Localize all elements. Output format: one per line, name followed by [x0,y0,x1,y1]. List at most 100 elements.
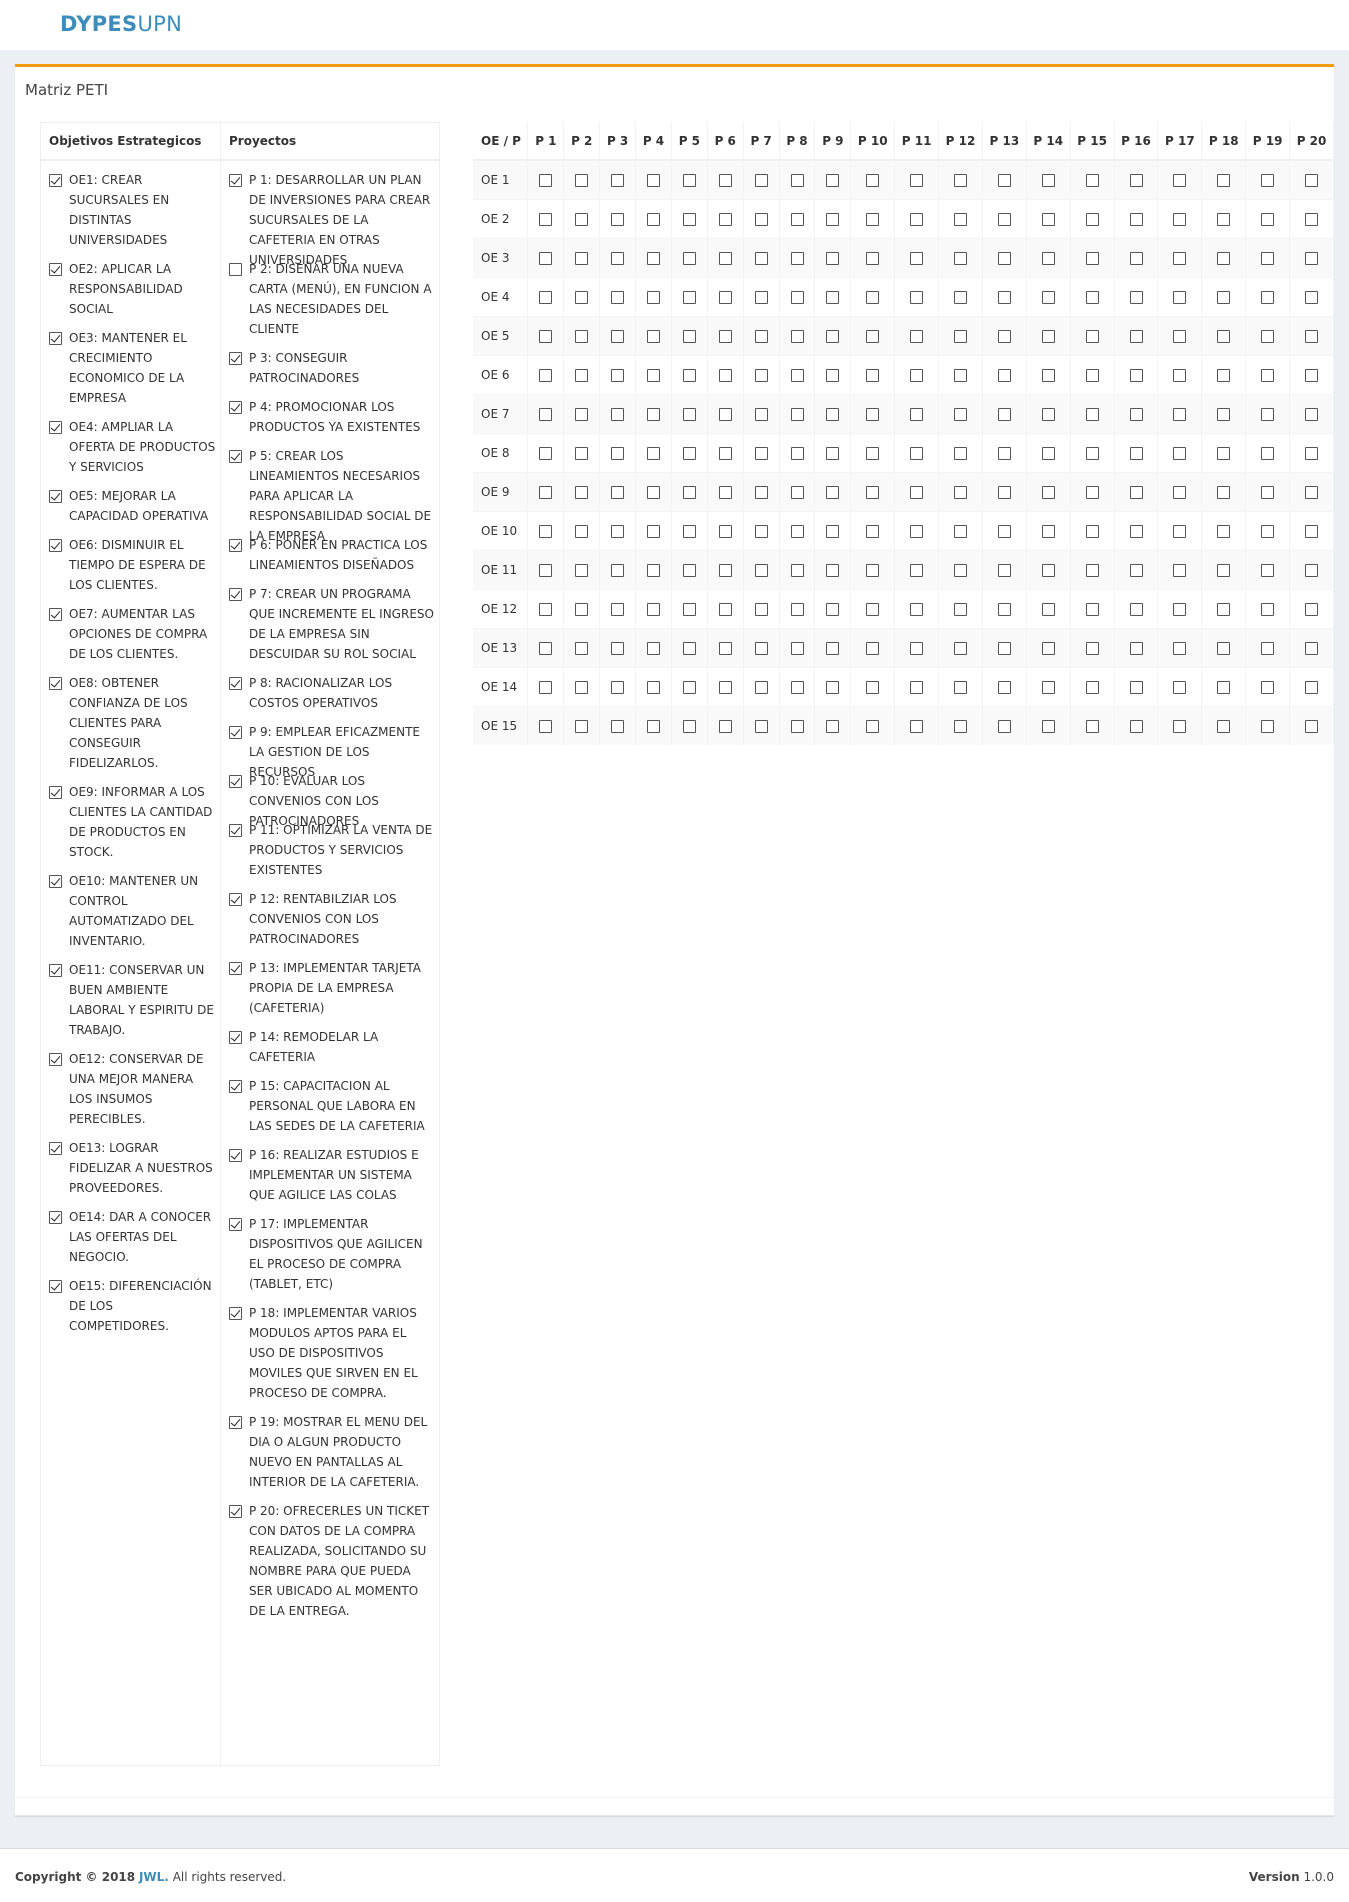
matrix-checkbox[interactable] [682,681,696,694]
company-link[interactable]: JWL. [139,1870,169,1884]
checkbox-icon[interactable] [49,875,62,888]
matrix-checkbox[interactable] [1305,252,1319,265]
matrix-checkbox[interactable] [539,720,553,734]
matrix-checkbox[interactable] [1173,330,1187,343]
matrix-checkbox[interactable] [1217,408,1231,421]
matrix-checkbox[interactable] [1173,291,1187,304]
matrix-checkbox[interactable] [647,564,660,577]
matrix-checkbox[interactable] [539,369,553,382]
matrix-checkbox[interactable] [910,720,924,734]
matrix-checkbox[interactable] [754,642,768,655]
matrix-checkbox[interactable] [997,330,1011,343]
matrix-checkbox[interactable] [1041,642,1055,655]
matrix-checkbox[interactable] [718,603,732,616]
matrix-checkbox[interactable] [575,642,589,655]
matrix-checkbox[interactable] [647,369,660,382]
matrix-checkbox[interactable] [790,642,804,655]
matrix-checkbox[interactable] [1217,252,1231,265]
matrix-checkbox[interactable] [754,564,768,577]
matrix-checkbox[interactable] [1041,525,1055,538]
matrix-checkbox[interactable] [1173,720,1187,734]
matrix-checkbox[interactable] [1085,681,1099,694]
matrix-checkbox[interactable] [1261,213,1275,226]
matrix-checkbox[interactable] [790,564,804,577]
matrix-checkbox[interactable] [790,447,804,460]
checkbox-icon[interactable] [229,539,242,552]
matrix-checkbox[interactable] [1217,642,1231,655]
project-item[interactable]: P 8: RACIONALIZAR LOS COSTOS OPERATIVOS [229,673,436,713]
matrix-checkbox[interactable] [718,525,732,538]
matrix-checkbox[interactable] [1129,720,1143,734]
project-item[interactable]: P 6: PONER EN PRACTICA LOS LINEAMIENTOS … [229,535,436,575]
matrix-checkbox[interactable] [1085,642,1099,655]
matrix-checkbox[interactable] [575,213,589,226]
matrix-checkbox[interactable] [866,642,880,655]
checkbox-icon[interactable] [229,1149,242,1162]
checkbox-icon[interactable] [49,677,62,690]
matrix-checkbox[interactable] [997,447,1011,460]
checkbox-icon[interactable] [229,1218,242,1231]
matrix-checkbox[interactable] [1217,174,1231,188]
matrix-checkbox[interactable] [611,174,625,188]
matrix-checkbox[interactable] [1041,174,1055,188]
project-item[interactable]: P 12: RENTABILZIAR LOS CONVENIOS CON LOS… [229,889,436,949]
matrix-checkbox[interactable] [866,525,880,538]
matrix-checkbox[interactable] [866,213,880,226]
matrix-checkbox[interactable] [1173,642,1187,655]
matrix-checkbox[interactable] [682,330,696,343]
matrix-checkbox[interactable] [826,291,840,304]
matrix-checkbox[interactable] [647,642,660,655]
objective-item[interactable]: OE2: APLICAR LA RESPONSABILIDAD SOCIAL [49,259,216,319]
matrix-checkbox[interactable] [647,291,660,304]
matrix-checkbox[interactable] [539,603,553,616]
matrix-checkbox[interactable] [866,174,880,188]
matrix-checkbox[interactable] [647,603,660,616]
matrix-checkbox[interactable] [1217,213,1231,226]
matrix-checkbox[interactable] [611,720,625,734]
checkbox-icon[interactable] [49,1211,62,1224]
matrix-checkbox[interactable] [647,720,660,734]
checkbox-icon[interactable] [49,174,62,187]
checkbox-icon[interactable] [229,726,242,739]
matrix-checkbox[interactable] [1261,564,1275,577]
matrix-checkbox[interactable] [1129,174,1143,188]
matrix-checkbox[interactable] [575,525,589,538]
matrix-checkbox[interactable] [1129,564,1143,577]
matrix-checkbox[interactable] [910,213,924,226]
project-item[interactable]: P 5: CREAR LOS LINEAMIENTOS NECESARIOS P… [229,446,436,546]
checkbox-icon[interactable] [229,1080,242,1093]
matrix-checkbox[interactable] [1305,408,1319,421]
matrix-checkbox[interactable] [1173,447,1187,460]
matrix-checkbox[interactable] [682,213,696,226]
matrix-checkbox[interactable] [1129,486,1143,499]
objective-item[interactable]: OE5: MEJORAR LA CAPACIDAD OPERATIVA [49,486,216,526]
checkbox-icon[interactable] [229,263,242,276]
project-item[interactable]: P 15: CAPACITACION AL PERSONAL QUE LABOR… [229,1076,436,1136]
matrix-checkbox[interactable] [1041,291,1055,304]
matrix-checkbox[interactable] [611,525,625,538]
matrix-checkbox[interactable] [1305,213,1319,226]
matrix-checkbox[interactable] [954,252,967,265]
matrix-checkbox[interactable] [1129,330,1143,343]
matrix-checkbox[interactable] [611,291,625,304]
matrix-checkbox[interactable] [1261,642,1275,655]
matrix-checkbox[interactable] [1129,447,1143,460]
matrix-checkbox[interactable] [1085,408,1099,421]
matrix-checkbox[interactable] [1085,174,1099,188]
matrix-checkbox[interactable] [575,174,589,188]
matrix-checkbox[interactable] [1085,447,1099,460]
matrix-checkbox[interactable] [910,291,924,304]
matrix-checkbox[interactable] [954,447,967,460]
matrix-checkbox[interactable] [575,486,589,499]
matrix-checkbox[interactable] [647,252,660,265]
matrix-checkbox[interactable] [1041,369,1055,382]
matrix-checkbox[interactable] [647,330,660,343]
matrix-checkbox[interactable] [954,369,967,382]
matrix-checkbox[interactable] [1217,525,1231,538]
checkbox-icon[interactable] [49,1053,62,1066]
objective-item[interactable]: OE9: INFORMAR A LOS CLIENTES LA CANTIDAD… [49,782,216,862]
matrix-checkbox[interactable] [718,369,732,382]
matrix-checkbox[interactable] [866,447,880,460]
matrix-checkbox[interactable] [790,291,804,304]
project-item[interactable]: P 20: OFRECERLES UN TICKET CON DATOS DE … [229,1501,436,1621]
